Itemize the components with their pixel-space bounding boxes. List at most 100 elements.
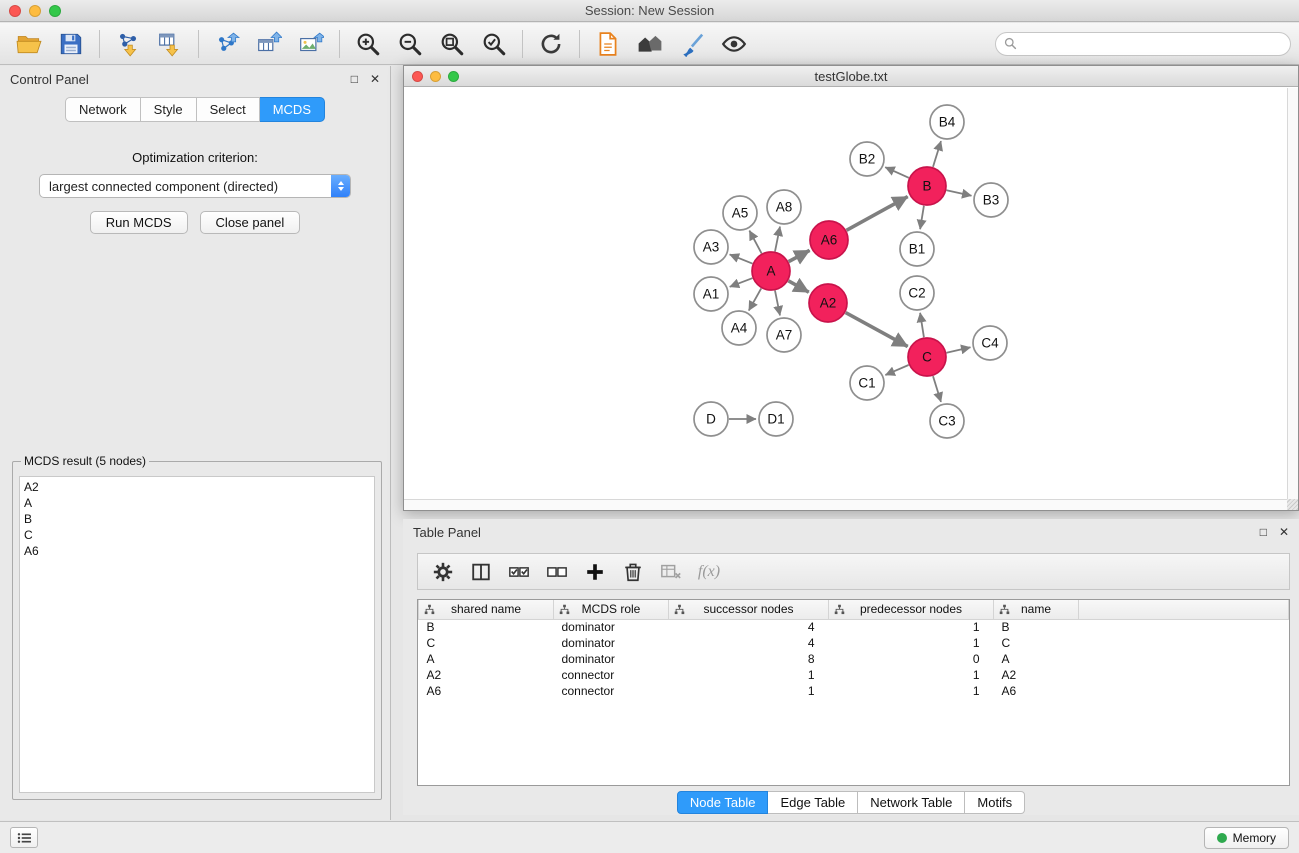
list-item[interactable]: A2 [24, 479, 370, 495]
zoom-selected-icon[interactable] [473, 27, 515, 61]
close-panel-icon[interactable]: ✕ [370, 73, 380, 85]
table-cell[interactable]: dominator [554, 619, 669, 635]
home-icon[interactable] [629, 27, 671, 61]
column-header[interactable]: MCDS role [554, 600, 669, 619]
table-row[interactable]: A6connector11A6 [419, 683, 1289, 699]
search-box[interactable] [995, 32, 1291, 56]
network-node[interactable]: B3 [974, 183, 1008, 217]
network-node[interactable]: A1 [694, 277, 728, 311]
table-cell[interactable]: 1 [829, 683, 994, 699]
table-cell[interactable]: A [419, 651, 554, 667]
table-cell[interactable]: 1 [829, 635, 994, 651]
tab-style[interactable]: Style [141, 97, 197, 122]
network-close-button[interactable] [412, 71, 423, 82]
list-item[interactable]: A [24, 495, 370, 511]
tab-node-table[interactable]: Node Table [677, 791, 769, 814]
table-cell[interactable]: A2 [994, 667, 1079, 683]
criterion-dropdown[interactable]: largest connected component (directed) [39, 174, 351, 198]
show-columns-icon[interactable] [462, 557, 500, 587]
network-node[interactable]: C1 [850, 366, 884, 400]
network-node[interactable]: A2 [809, 284, 847, 322]
zoom-window-button[interactable] [49, 5, 61, 17]
table-cell[interactable]: dominator [554, 651, 669, 667]
search-input[interactable] [1022, 36, 1282, 51]
close-panel-button[interactable]: Close panel [200, 211, 301, 234]
network-node[interactable]: A4 [722, 311, 756, 345]
table-cell[interactable]: B [994, 619, 1079, 635]
import-table-icon[interactable] [149, 27, 191, 61]
network-node[interactable]: C2 [900, 276, 934, 310]
save-session-icon[interactable] [50, 27, 92, 61]
tab-network[interactable]: Network [65, 97, 141, 122]
close-window-button[interactable] [9, 5, 21, 17]
table-cell[interactable]: connector [554, 683, 669, 699]
table-row[interactable]: A2connector11A2 [419, 667, 1289, 683]
network-node[interactable]: B1 [900, 232, 934, 266]
resize-grip[interactable] [1287, 499, 1298, 510]
table-cell[interactable]: 4 [669, 635, 829, 651]
zoom-fit-icon[interactable] [431, 27, 473, 61]
tab-motifs[interactable]: Motifs [965, 791, 1025, 814]
select-all-icon[interactable] [500, 557, 538, 587]
table-cell[interactable]: dominator [554, 635, 669, 651]
network-graph[interactable]: B4B2BB3A5A8A6B1A3AC2A1A2A4A7C4CC1C3DD1 [404, 88, 1288, 500]
table-cell[interactable]: 1 [669, 667, 829, 683]
export-table-icon[interactable] [248, 27, 290, 61]
horizontal-scrollbar[interactable] [404, 499, 1287, 510]
zoom-in-icon[interactable] [347, 27, 389, 61]
delete-table-icon[interactable] [652, 557, 690, 587]
network-node[interactable]: A [752, 252, 790, 290]
table-cell[interactable]: A2 [419, 667, 554, 683]
table-cell[interactable]: 8 [669, 651, 829, 667]
add-row-icon[interactable] [576, 557, 614, 587]
network-node[interactable]: A7 [767, 318, 801, 352]
tab-mcds[interactable]: MCDS [260, 97, 325, 122]
network-node[interactable]: A6 [810, 221, 848, 259]
network-node[interactable]: B [908, 167, 946, 205]
open-file-icon[interactable] [8, 27, 50, 61]
function-builder-icon[interactable]: f(x) [690, 557, 728, 587]
network-zoom-button[interactable] [448, 71, 459, 82]
memory-button[interactable]: Memory [1204, 827, 1289, 849]
table-row[interactable]: Adominator80A [419, 651, 1289, 667]
column-header[interactable]: predecessor nodes [829, 600, 994, 619]
tab-edge-table[interactable]: Edge Table [768, 791, 858, 814]
table-cell[interactable]: C [419, 635, 554, 651]
run-mcds-button[interactable]: Run MCDS [90, 211, 188, 234]
list-item[interactable]: B [24, 511, 370, 527]
vertical-scrollbar[interactable] [1287, 88, 1298, 499]
table-cell[interactable]: 1 [829, 667, 994, 683]
list-item[interactable]: A6 [24, 543, 370, 559]
tab-network-table[interactable]: Network Table [858, 791, 965, 814]
table-cell[interactable]: A6 [419, 683, 554, 699]
zoom-out-icon[interactable] [389, 27, 431, 61]
table-cell[interactable]: 4 [669, 619, 829, 635]
list-item[interactable]: C [24, 527, 370, 543]
network-node[interactable]: C3 [930, 404, 964, 438]
column-header[interactable]: name [994, 600, 1079, 619]
table-cell[interactable]: connector [554, 667, 669, 683]
network-node[interactable]: D1 [759, 402, 793, 436]
column-header[interactable]: shared name [419, 600, 554, 619]
network-node[interactable]: A8 [767, 190, 801, 224]
network-minimize-button[interactable] [430, 71, 441, 82]
deselect-all-icon[interactable] [538, 557, 576, 587]
table-cell[interactable]: 1 [669, 683, 829, 699]
delete-row-icon[interactable] [614, 557, 652, 587]
float-panel-icon[interactable]: □ [351, 73, 358, 85]
column-header[interactable]: successor nodes [669, 600, 829, 619]
style-brush-icon[interactable] [671, 27, 713, 61]
network-node[interactable]: C4 [973, 326, 1007, 360]
export-image-icon[interactable] [290, 27, 332, 61]
network-node[interactable]: D [694, 402, 728, 436]
import-network-icon[interactable] [107, 27, 149, 61]
refresh-layout-icon[interactable] [530, 27, 572, 61]
network-node[interactable]: C [908, 338, 946, 376]
tab-select[interactable]: Select [197, 97, 260, 122]
network-node[interactable]: B4 [930, 105, 964, 139]
show-graphics-details-icon[interactable] [713, 27, 755, 61]
table-cell[interactable]: 0 [829, 651, 994, 667]
network-node[interactable]: B2 [850, 142, 884, 176]
float-panel-icon[interactable]: □ [1260, 526, 1267, 538]
table-cell[interactable]: B [419, 619, 554, 635]
